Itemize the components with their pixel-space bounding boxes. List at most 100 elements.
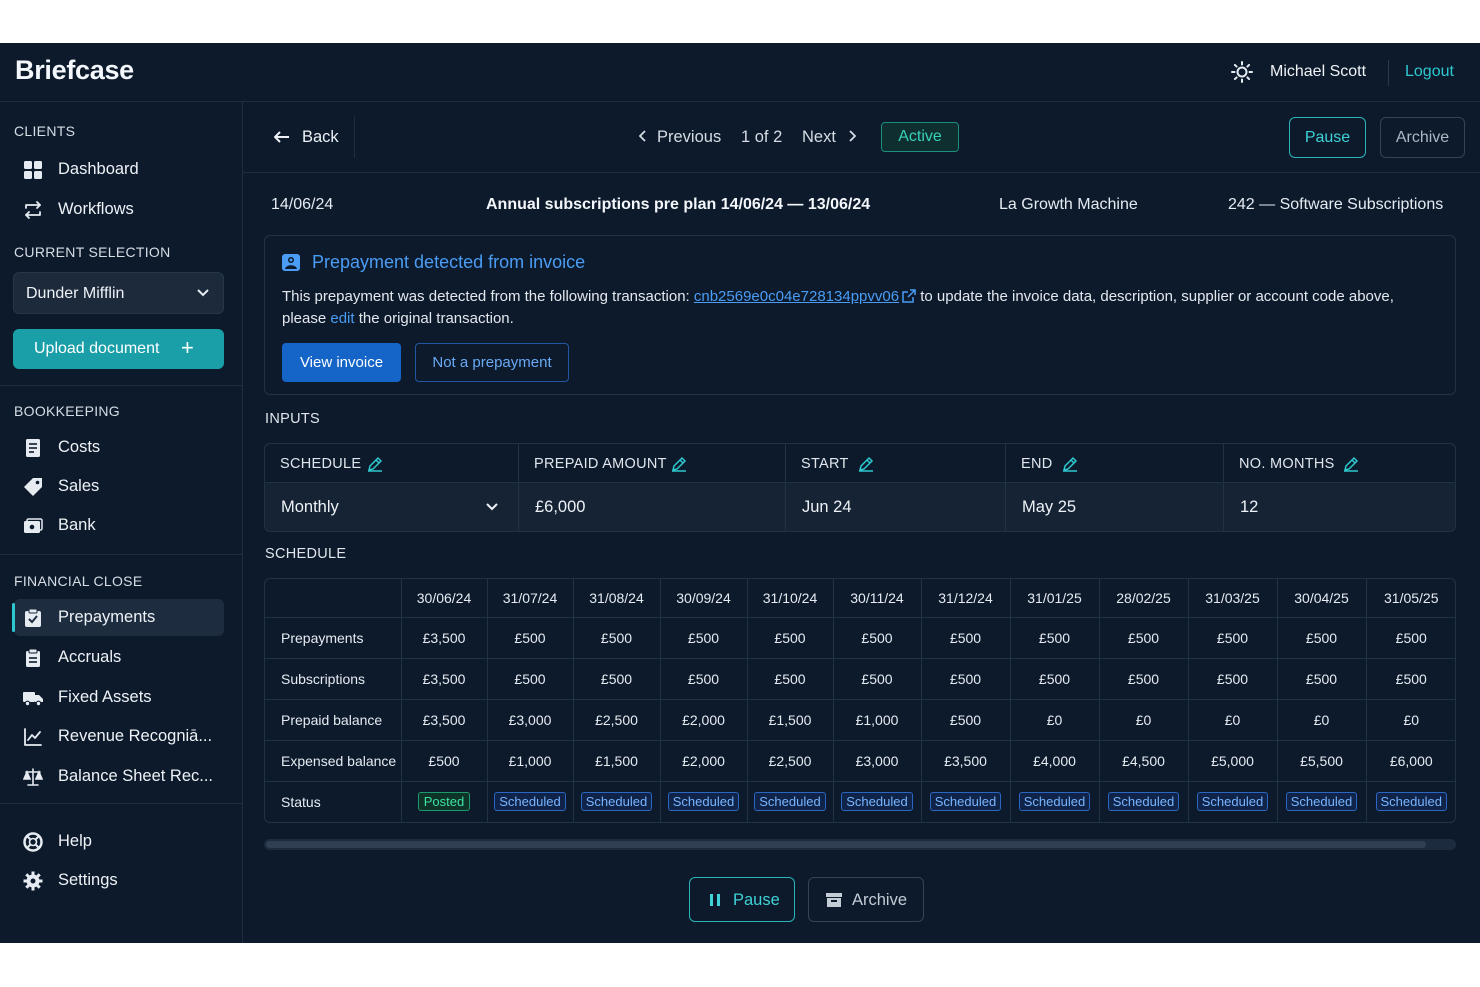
table-row: Prepaid balance £3,500 £3,000 £2,500 £2,000 £… (265, 698, 1455, 741)
table-cell: £3,000 (486, 698, 574, 741)
table-cell: £0 (1276, 698, 1367, 741)
header-corner (265, 579, 402, 618)
sidebar-item-settings[interactable]: Settings (14, 862, 224, 899)
prepaid-amount-input[interactable]: £6,000 (519, 483, 785, 531)
sidebar-item-label: Dashboard (58, 160, 139, 178)
upload-document-button[interactable]: Upload document + (13, 329, 224, 369)
pause-button-bottom[interactable]: Pause (689, 877, 795, 922)
sidebar-item-workflows[interactable]: Workflows (14, 191, 224, 228)
account-code: 242 — Software Subscriptions (1228, 196, 1444, 213)
no-months-input[interactable]: 12 (1224, 483, 1455, 531)
prepayment-detected-card: Prepayment detected from invoice This pr… (264, 235, 1456, 395)
status-badge: Scheduled (1107, 792, 1180, 812)
schedule-table-container: 30/06/24 31/07/24 31/08/24 30/09/24 31/10/24… (264, 578, 1456, 823)
schedule-column-header: 31/07/24 (486, 579, 574, 618)
horizontal-scrollbar[interactable] (264, 839, 1456, 850)
view-invoice-button[interactable]: View invoice (282, 343, 401, 382)
sidebar-item-help[interactable]: Help (14, 823, 224, 860)
sun-icon[interactable] (1231, 61, 1253, 83)
end-input[interactable]: May 25 (1006, 483, 1223, 531)
field-value: Monthly (281, 498, 339, 516)
table-cell: Scheduled (1009, 780, 1100, 822)
logout-link[interactable]: Logout (1405, 63, 1454, 81)
not-a-prepayment-button[interactable]: Not a prepayment (415, 343, 569, 382)
next-label: Next (802, 128, 836, 146)
table-cell: £2,500 (572, 698, 661, 741)
schedule-column-header: 31/10/24 (746, 579, 834, 618)
back-button[interactable]: Back (273, 128, 339, 147)
archive-button[interactable]: Archive (1380, 117, 1465, 158)
end-field: END May 25 (1006, 444, 1224, 531)
sidebar-item-sales[interactable]: Sales (14, 468, 224, 505)
pause-button[interactable]: Pause (1289, 117, 1366, 158)
start-input[interactable]: Jun 24 (786, 483, 1005, 531)
table-cell: £500 (832, 657, 922, 700)
edit-pencil-icon[interactable] (671, 456, 687, 472)
schedule-field: SCHEDULE Monthly (265, 444, 519, 531)
archive-button-bottom[interactable]: Archive (808, 877, 924, 922)
pause-label: Pause (733, 891, 780, 909)
edit-link[interactable]: edit (330, 310, 354, 327)
truck-icon (23, 692, 43, 707)
sidebar-item-balance-sheet-rec[interactable]: Balance Sheet Rec... (14, 758, 224, 795)
table-row: Prepayments £3,500 £500 £500 £500 £500 £500 £50… (265, 616, 1455, 659)
inputs-panel: SCHEDULE Monthly PREPAID AMOUNT £6,000 S… (264, 443, 1456, 532)
table-cell: Scheduled (486, 780, 574, 822)
table-cell: Scheduled (1187, 780, 1278, 822)
app-logo[interactable]: Briefcase (15, 55, 134, 86)
upload-document-label: Upload document (34, 340, 160, 357)
edit-pencil-icon[interactable] (1343, 456, 1359, 472)
table-cell: £3,500 (920, 739, 1011, 782)
detected-icon (282, 254, 300, 271)
table-cell: £500 (1009, 616, 1100, 659)
table-cell: Scheduled (920, 780, 1011, 822)
sidebar-item-costs[interactable]: Costs (14, 429, 224, 466)
sidebar-item-revenue-recognition[interactable]: Revenue Recogniā... (14, 718, 224, 755)
field-label: PREPAID AMOUNT (534, 456, 667, 472)
start-field: START Jun 24 (786, 444, 1006, 531)
table-cell: £500 (1009, 657, 1100, 700)
notice-text: This prepayment was detected from the fo… (282, 286, 1432, 330)
edit-pencil-icon[interactable] (858, 456, 874, 472)
edit-pencil-icon[interactable] (1062, 456, 1078, 472)
schedule-select[interactable]: Monthly (265, 483, 518, 531)
sidebar-item-fixed-assets[interactable]: Fixed Assets (14, 679, 224, 716)
sidebar-item-label: Settings (58, 871, 118, 889)
toolbar: Back Previous 1 of 2 Next Active Pause A… (243, 102, 1480, 173)
sidebar-item-label: Prepayments (58, 608, 156, 626)
external-link-icon[interactable] (902, 289, 916, 303)
table-cell: £500 (1187, 616, 1278, 659)
accruals-icon (26, 648, 40, 667)
arrow-left-icon (273, 131, 289, 143)
sidebar-item-dashboard[interactable]: Dashboard (14, 151, 224, 188)
sidebar-item-bank[interactable]: Bank (14, 507, 224, 544)
status-badge: Scheduled (841, 792, 913, 812)
table-cell: £2,000 (659, 698, 748, 741)
table-cell: £500 (400, 739, 488, 782)
next-button[interactable]: Next (802, 128, 857, 147)
status-badge: Active (881, 122, 959, 152)
previous-button[interactable]: Previous (638, 128, 722, 147)
previous-label: Previous (657, 128, 722, 146)
edit-pencil-icon[interactable] (367, 456, 383, 472)
bank-icon (24, 518, 43, 533)
table-cell: £0 (1098, 698, 1189, 741)
scrollbar-thumb[interactable] (266, 841, 1426, 848)
app-window: Briefcase Michael Scott Logout CLIENTS D… (0, 43, 1480, 943)
table-cell: £1,000 (486, 739, 574, 782)
sidebar-item-prepayments[interactable]: Prepayments (12, 599, 224, 636)
sidebar-item-label: Costs (58, 438, 101, 456)
table-cell: £500 (920, 698, 1011, 741)
client-select[interactable]: Dunder Mifflin (13, 272, 224, 314)
back-label: Back (302, 128, 339, 146)
transaction-link[interactable]: cnb2569e0c04e728134ppvv06 (694, 288, 899, 305)
status-badge: Scheduled (1196, 792, 1269, 812)
field-value: May 25 (1022, 498, 1077, 516)
field-label: END (1021, 456, 1053, 472)
table-cell: £500 (572, 657, 661, 700)
sidebar-item-accruals[interactable]: Accruals (14, 639, 224, 676)
table-cell: £4,500 (1098, 739, 1189, 782)
field-label: START (801, 456, 849, 472)
sidebar-item-label: Help (58, 832, 92, 850)
chevron-left-icon (638, 130, 646, 142)
